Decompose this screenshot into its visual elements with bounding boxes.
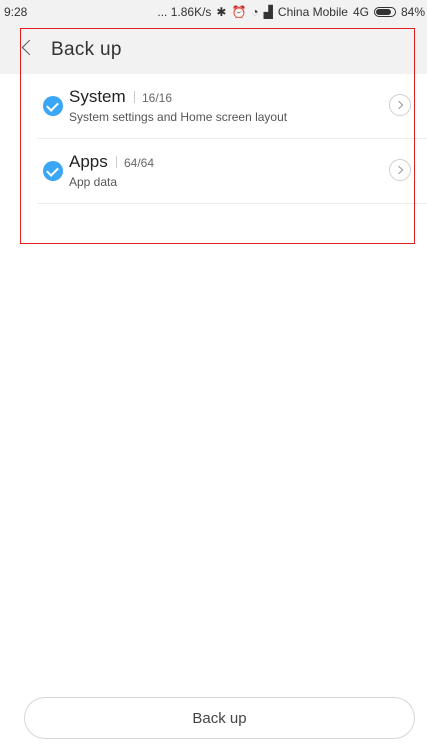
carrier-name: China Mobile bbox=[277, 5, 348, 19]
item-description: System settings and Home screen layout bbox=[69, 110, 288, 124]
chevron-right-icon[interactable] bbox=[389, 159, 411, 181]
status-time: 9:28 bbox=[4, 5, 28, 19]
back-arrow-icon[interactable] bbox=[21, 39, 38, 56]
item-count: 64/64 bbox=[124, 156, 155, 170]
status-bar: 9:28 ... 1.86K/s ✱ ⏰ ◔ ▟ China Mobile 4G… bbox=[0, 0, 427, 24]
status-icons: ... 1.86K/s ✱ ⏰ ◔ ▟ China Mobile 4G 84% bbox=[157, 5, 425, 19]
item-description: App data bbox=[69, 175, 118, 189]
divider bbox=[134, 91, 135, 103]
backup-list: System 16/16 System settings and Home sc… bbox=[0, 74, 427, 204]
alarm-icon: ⏰ bbox=[231, 5, 247, 19]
divider bbox=[116, 156, 117, 168]
chevron-right-icon[interactable] bbox=[389, 94, 411, 116]
battery-percent: 84% bbox=[400, 5, 425, 19]
item-title: Apps bbox=[69, 152, 108, 171]
page-title: Back up bbox=[51, 39, 122, 60]
checked-icon[interactable] bbox=[43, 161, 63, 181]
network-type: 4G bbox=[352, 5, 369, 19]
battery-icon bbox=[373, 7, 396, 17]
signal-icon: ▟ bbox=[263, 5, 273, 19]
list-item-apps[interactable]: Apps 64/64 App data bbox=[37, 139, 427, 204]
item-count: 16/16 bbox=[142, 91, 173, 105]
bluetooth-icon: ✱ bbox=[216, 5, 227, 19]
header: Back up bbox=[0, 24, 427, 74]
item-title: System bbox=[69, 87, 126, 106]
checked-icon[interactable] bbox=[43, 96, 63, 116]
network-speed: ... 1.86K/s bbox=[157, 5, 212, 19]
back-up-button[interactable]: Back up bbox=[24, 697, 415, 739]
battery-fill bbox=[375, 9, 391, 15]
list-item-system[interactable]: System 16/16 System settings and Home sc… bbox=[37, 74, 427, 139]
wifi-icon: ◔ bbox=[251, 5, 259, 19]
